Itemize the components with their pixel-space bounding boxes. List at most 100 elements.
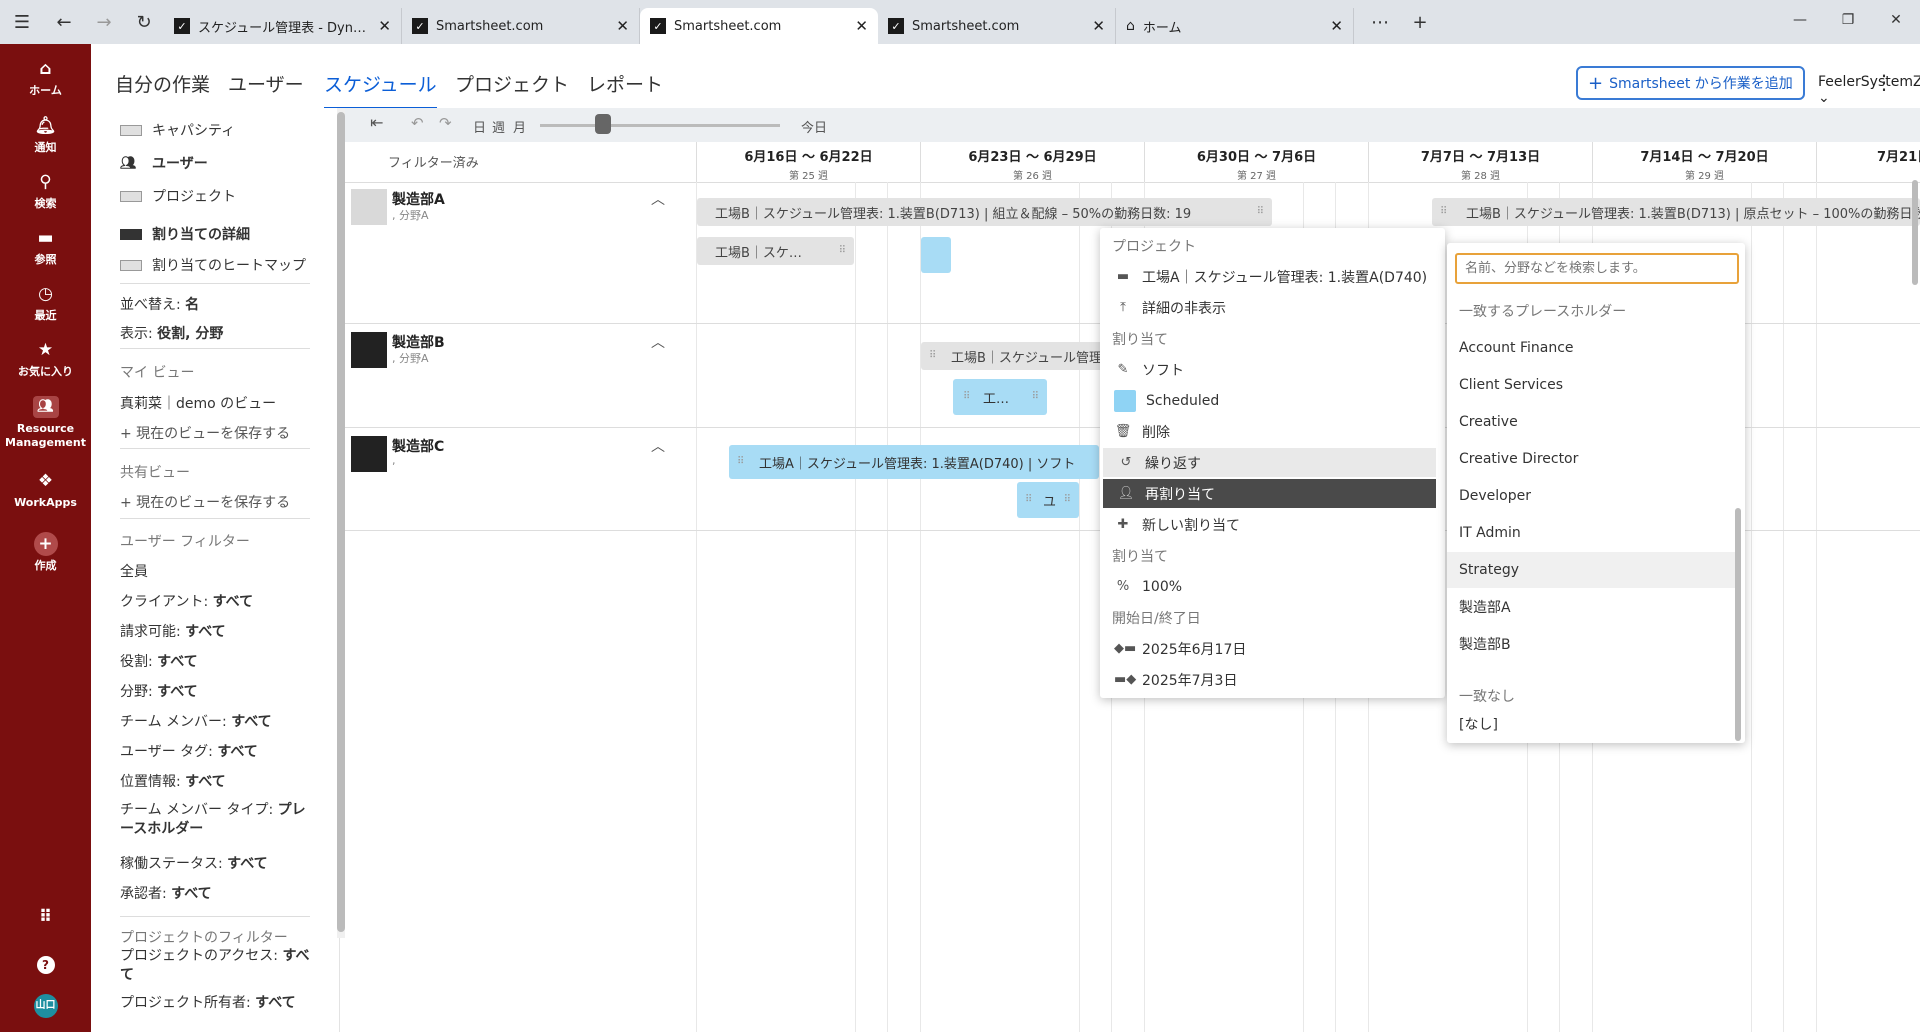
restore-icon[interactable]: ❐ [1824,0,1872,40]
browser-tab[interactable]: ✓ Smartsheet.com ✕ [878,8,1116,44]
more-tabs-icon[interactable]: ⋯ [1360,0,1400,44]
filter-all[interactable]: 全員 [120,561,148,581]
chevron-up-icon[interactable]: ︿ [651,189,665,209]
zoom-day[interactable]: 日 [473,117,486,136]
filter-work-status[interactable]: 稼働ステータス: すべて [120,853,268,873]
grid-scrollbar[interactable] [1912,180,1918,285]
placeholder-option[interactable]: IT Admin [1447,515,1737,551]
drag-handle-icon[interactable]: ⠿ [963,391,970,402]
jump-to-start-icon[interactable]: ⇤ [370,113,383,132]
today-button[interactable]: 今日 [801,117,827,136]
redo-icon[interactable]: ↷ [439,114,452,132]
view-users[interactable]: 👥︎ ユーザー [120,153,208,173]
browser-tab-active[interactable]: ✓ Smartsheet.com ✕ [640,8,878,44]
tab-reports[interactable]: レポート [587,70,663,107]
close-tab-icon[interactable]: ✕ [1092,17,1105,35]
display-setting[interactable]: 表示: 役割, 分野 [120,323,223,343]
filter-approver[interactable]: 承認者: すべて [120,883,212,903]
sort-setting[interactable]: 並べ替え: 名 [120,294,199,314]
placeholder-option[interactable]: Creative Director [1447,441,1737,477]
filter-discipline[interactable]: 分野: すべて [120,681,198,701]
filter-team-member-type[interactable]: チーム メンバー タイプ: プレースホルダー [120,801,310,839]
tab-schedule[interactable]: スケジュール [324,70,437,110]
placeholder-option[interactable]: Client Services [1447,367,1737,403]
back-icon[interactable]: ← [44,0,84,44]
undo-icon[interactable]: ↶ [411,114,424,132]
menu-item-percent[interactable]: % 100% [1100,572,1445,601]
assignment-bar[interactable]: ユ ⠿ ⠿ [1017,482,1079,518]
close-tab-icon[interactable]: ✕ [616,17,629,35]
filter-project-access[interactable]: プロジェクトのアクセス: すべて [120,947,310,985]
filter-client[interactable]: クライアント: すべて [120,591,253,611]
assignment-bar[interactable]: 工場B｜スケジュール管理表: 1.装置B(D713) | 組立＆配線 – 50%… [697,198,1272,226]
menu-icon[interactable]: ☰ [0,0,44,44]
minimize-icon[interactable]: — [1776,0,1824,40]
rail-favorites[interactable]: ★ お気に入り [0,342,91,379]
rail-notifications[interactable]: 🔔︎ 通知 [0,118,91,155]
assignment-bar[interactable]: 工… ⠿ ⠿ [953,379,1047,415]
help-icon[interactable]: ? [0,956,91,974]
tab-my-work[interactable]: 自分の作業 [115,70,210,107]
user-menu[interactable]: FeelerSystemZ ⌄ [1818,74,1920,106]
drag-handle-icon[interactable]: ⠿ [929,350,936,361]
menu-item-soft[interactable]: ✎ ソフト [1100,355,1445,384]
drag-handle-icon[interactable]: ⠿ [1032,391,1039,402]
heatmap-option[interactable]: 割り当てのヒートマップ [120,255,306,275]
tab-projects[interactable]: プロジェクト [455,70,569,107]
rail-workapps[interactable]: ❖ WorkApps [0,473,91,510]
add-work-button[interactable]: + Smartsheet から作業を追加 [1576,66,1805,100]
zoom-week[interactable]: 週 [492,117,505,136]
assignment-bar[interactable]: 工場B｜スケジュール管理 ⠿ [921,342,1111,370]
assignment-bar[interactable]: 工場B｜スケ… ⠿ [697,237,854,265]
menu-item-delete[interactable]: 🗑︎ 削除 [1100,417,1445,446]
placeholder-option[interactable]: Creative [1447,404,1737,440]
filter-project-owner[interactable]: プロジェクト所有者: すべて [120,992,296,1012]
rail-recent[interactable]: ◷ 最近 [0,286,91,323]
rail-browse[interactable]: ▬ 参照 [0,230,91,267]
placeholder-option[interactable]: 製造部A [1447,589,1737,625]
assignment-bar[interactable] [921,237,951,273]
menu-item-project[interactable]: ▬ 工場A｜スケジュール管理表: 1.装置A(D740) [1100,262,1445,291]
menu-item-scheduled[interactable]: Scheduled [1100,386,1445,415]
filter-user-tag[interactable]: ユーザー タグ: すべて [120,741,258,761]
submenu-scrollbar[interactable] [1735,508,1741,741]
rail-home[interactable]: ⌂ ホーム [0,61,91,98]
drag-handle-icon[interactable]: ⠿ [1440,206,1447,217]
view-projects[interactable]: プロジェクト [120,186,236,206]
assignment-details-option[interactable]: 割り当ての詳細 [120,224,250,244]
rail-search[interactable]: ⚲ 検索 [0,174,91,211]
menu-item-new-assign[interactable]: ✚ 新しい割り当て [1100,510,1445,539]
my-view-item[interactable]: 真莉菜｜demo のビュー [120,393,276,413]
none-option[interactable]: [なし] [1447,706,1737,742]
menu-item-end-date[interactable]: ▬◆ 2025年7月3日 [1100,665,1445,694]
drag-handle-icon[interactable]: ⠿ [1025,494,1032,505]
placeholder-search-input[interactable] [1455,253,1739,284]
placeholder-option[interactable]: 製造部B [1447,626,1737,662]
reload-icon[interactable]: ↻ [124,0,164,44]
drag-handle-icon[interactable]: ⠿ [1064,494,1071,505]
close-tab-icon[interactable]: ✕ [378,17,391,35]
forward-icon[interactable]: → [84,0,124,44]
filter-location[interactable]: 位置情報: すべて [120,771,226,791]
browser-tab[interactable]: ⌂ ホーム ✕ [1116,8,1354,44]
placeholder-option[interactable]: Account Finance [1447,330,1737,366]
tab-users[interactable]: ユーザー [228,70,304,107]
drag-handle-icon[interactable]: ⠿ [839,245,846,256]
menu-item-hide-details[interactable]: ⤒ 詳細の非表示 [1100,293,1445,322]
browser-tab[interactable]: ✓ スケジュール管理表 - Dynam ✕ [164,8,402,44]
assignment-bar[interactable]: 工場B｜スケジュール管理表: 1.装置B(D713) | 原点セット – 100… [1432,198,1920,226]
menu-item-reassign[interactable]: 👤︎ 再割り当て [1103,479,1436,508]
save-shared-view-link[interactable]: + 現在のビューを保存する [120,492,290,512]
save-view-link[interactable]: + 現在のビューを保存する [120,423,290,443]
placeholder-option[interactable]: Developer [1447,478,1737,514]
assignment-bar[interactable]: 工場A｜スケジュール管理表: 1.装置A(D740) | ソフト ⠿ [729,445,1099,479]
rail-create[interactable]: + 作成 [0,532,91,573]
zoom-slider-track[interactable] [540,124,780,127]
menu-item-start-date[interactable]: ◆▬ 2025年6月17日 [1100,634,1445,663]
rail-resource-management[interactable]: 👥︎ Resource Management [0,396,91,450]
chevron-up-icon[interactable]: ︿ [651,332,665,352]
filter-billable[interactable]: 請求可能: すべて [120,621,226,641]
chevron-up-icon[interactable]: ︿ [651,436,665,456]
zoom-month[interactable]: 月 [513,117,526,136]
filter-role[interactable]: 役割: すべて [120,651,198,671]
